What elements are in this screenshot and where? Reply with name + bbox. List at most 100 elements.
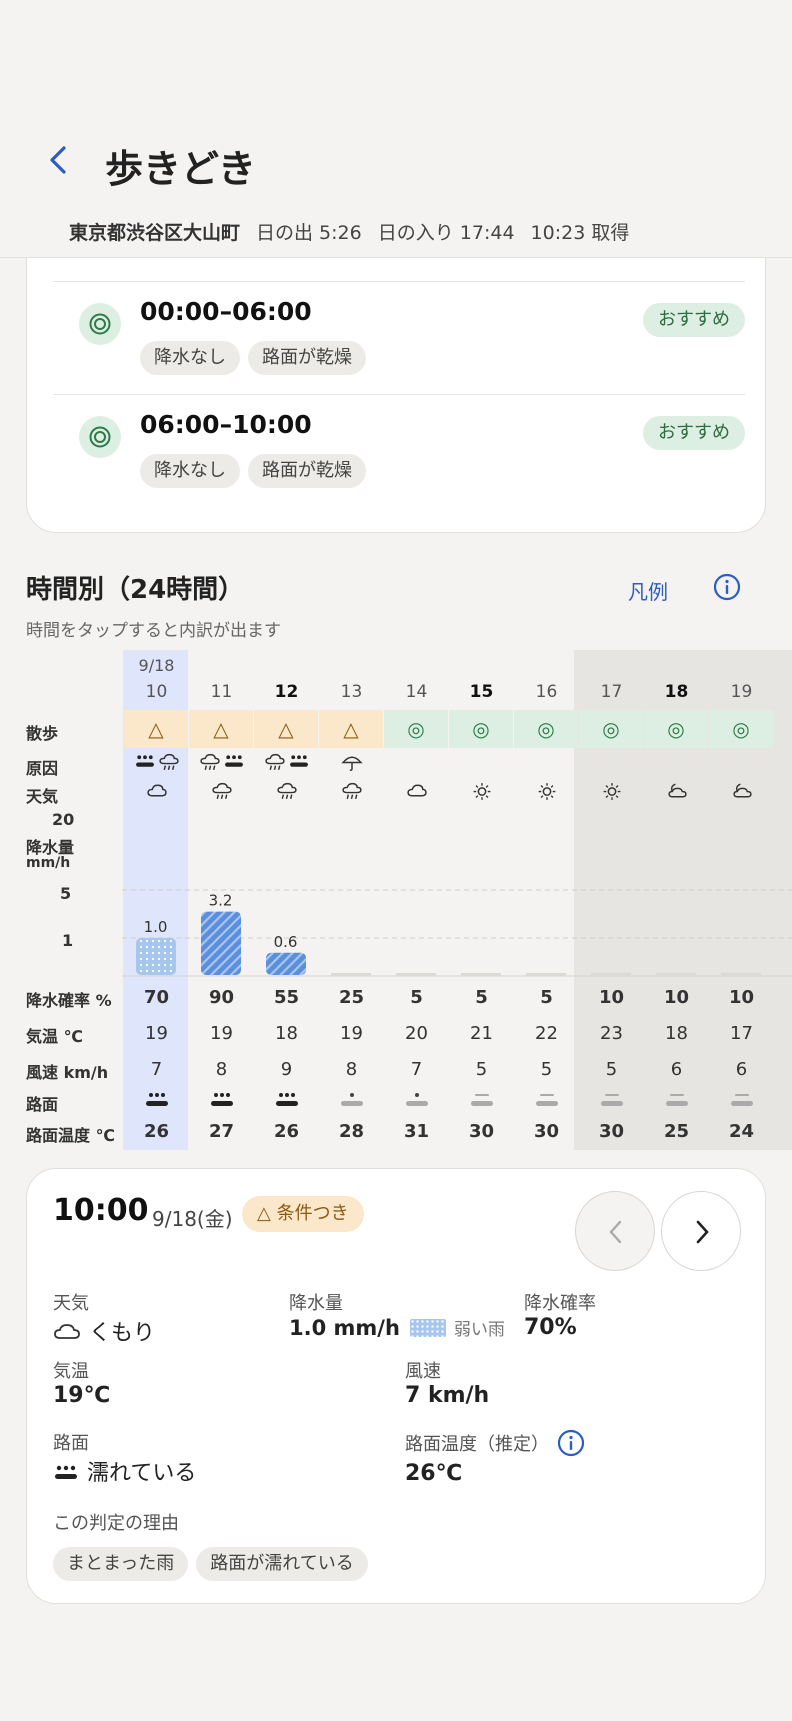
road-temp-value: 31: [403, 1121, 430, 1142]
cause-icons: [319, 752, 384, 776]
weather-icon-cell: [449, 781, 514, 805]
prob-value: 90: [208, 987, 235, 1008]
info-icon[interactable]: [713, 573, 741, 601]
road-state-icon: [319, 1090, 384, 1114]
detail-card: 10:00 9/18(金) △ 条件つき 天気 くもり 降水量 1.0 mm/h…: [26, 1168, 766, 1604]
recommend-badge: おすすめ: [643, 416, 745, 450]
wind-value: 6: [670, 1059, 683, 1080]
wind-value: 6: [735, 1059, 748, 1080]
road-temp-value: 26: [143, 1121, 170, 1142]
wet-road-icon: [224, 755, 243, 767]
walk-cell[interactable]: ◎: [579, 710, 643, 748]
rain-cloud-icon: [199, 753, 220, 771]
recommend-badge: おすすめ: [643, 303, 745, 337]
location-name: 東京都渋谷区大山町: [69, 222, 241, 244]
walk-cell[interactable]: △: [254, 710, 318, 748]
row-label-prob: 降水確率 %: [26, 991, 112, 1010]
weather-icon-cell: [384, 781, 449, 805]
temp-value: 19: [210, 1023, 233, 1044]
walk-cell[interactable]: ◎: [449, 710, 513, 748]
hourly-title: 時間別（24時間）: [26, 575, 245, 605]
hour-label[interactable]: 12: [254, 682, 319, 702]
road-state-icon: [449, 1090, 514, 1114]
row-label-wind: 風速 km/h: [26, 1063, 109, 1082]
hour-label[interactable]: 17: [579, 682, 644, 702]
road-temp-value: 26: [273, 1121, 300, 1142]
walk-cell[interactable]: △: [319, 710, 383, 748]
prob-value: 25: [338, 987, 365, 1008]
rain-cloud-icon: [158, 753, 179, 771]
road-temp-value: 30: [533, 1121, 560, 1142]
precip-bar: [526, 973, 566, 976]
walk-cell[interactable]: ◎: [644, 710, 708, 748]
cause-icons: [254, 752, 319, 776]
hour-label[interactable]: 11: [189, 682, 254, 702]
temp-value: 17: [730, 1023, 753, 1044]
sun-icon: [603, 783, 620, 800]
prob-value: 10: [663, 987, 690, 1008]
precip-value-row: 1.0 mm/h 弱い雨: [289, 1315, 505, 1340]
hourly-grid: 散歩 原因 天気 20 降水量 mm/h 5 1 降水確率 % 気温 ℃ 風速 …: [0, 650, 792, 1150]
prob-value: 70: [143, 987, 170, 1008]
precip-data-label: 3.2: [209, 892, 233, 910]
hour-label[interactable]: 10: [124, 682, 189, 702]
hour-label[interactable]: 19: [709, 682, 774, 702]
row-label-road-temp: 路面温度 ℃: [26, 1126, 115, 1145]
precip-data-label: 1.0: [144, 918, 168, 936]
road-temp-label: 路面温度（推定）: [405, 1434, 549, 1455]
reason-chip: まとまった雨: [53, 1547, 189, 1581]
info-icon[interactable]: [557, 1429, 585, 1457]
rain-cloud-icon: [341, 782, 362, 800]
weather-icon-cell: [709, 781, 774, 805]
cloud-icon: [406, 784, 427, 797]
reason-chips: まとまった雨 路面が濡れている: [53, 1547, 376, 1581]
hour-label[interactable]: 16: [514, 682, 579, 702]
road-temp-value: 30: [468, 1121, 495, 1142]
wind-value: 8: [345, 1059, 358, 1080]
moon-cloud-icon: [732, 783, 752, 798]
road-temp-value: 30: [598, 1121, 625, 1142]
wind-value: 9: [280, 1059, 293, 1080]
back-icon[interactable]: [40, 140, 76, 180]
walk-cell[interactable]: △: [124, 710, 188, 748]
precip-note: 弱い雨: [453, 1320, 505, 1340]
wet-road-icon: [289, 755, 308, 767]
sun-icon: [473, 783, 490, 800]
chevron-right-icon: [696, 1220, 709, 1244]
road-temp-value: 25: [663, 1121, 690, 1142]
walk-cell[interactable]: △: [189, 710, 253, 748]
hour-label[interactable]: 18: [644, 682, 709, 702]
precip-bar: [591, 973, 631, 976]
next-button[interactable]: [661, 1191, 741, 1271]
temp-value: 23: [600, 1023, 623, 1044]
legend-link[interactable]: 凡例: [628, 576, 668, 605]
road-label: 路面: [53, 1433, 89, 1454]
hour-label[interactable]: 15: [449, 682, 514, 702]
hour-label[interactable]: 14: [384, 682, 449, 702]
prob-value: 55: [273, 987, 300, 1008]
date-label: 9/18: [138, 656, 175, 675]
cloud-icon: [54, 1324, 80, 1339]
cause-icons: [189, 752, 254, 776]
wet-road-icon: [210, 1093, 233, 1106]
road-state-icon: [254, 1090, 319, 1114]
precip-data-label: 0.6: [274, 933, 298, 951]
reason-label: この判定の理由: [53, 1513, 179, 1534]
wind-value: 5: [605, 1059, 618, 1080]
walk-cell[interactable]: ◎: [514, 710, 578, 748]
row-label-road: 路面: [26, 1095, 59, 1114]
prev-button[interactable]: [575, 1191, 655, 1271]
condition-chip: 路面が乾燥: [248, 341, 366, 375]
precip-bar: [656, 973, 696, 976]
weather-label: 天気: [53, 1293, 89, 1314]
precip-bar: [721, 973, 761, 976]
dry-road-icon: [535, 1094, 558, 1106]
road-state-icon: [644, 1090, 709, 1114]
walk-cell[interactable]: ◎: [709, 710, 773, 748]
condition-chip: 降水なし: [140, 341, 240, 375]
road-temp-value: 28: [338, 1121, 365, 1142]
umbrella-icon: [341, 756, 362, 771]
walk-cell[interactable]: ◎: [384, 710, 448, 748]
hour-label[interactable]: 13: [319, 682, 384, 702]
rain-cloud-icon: [276, 782, 297, 800]
